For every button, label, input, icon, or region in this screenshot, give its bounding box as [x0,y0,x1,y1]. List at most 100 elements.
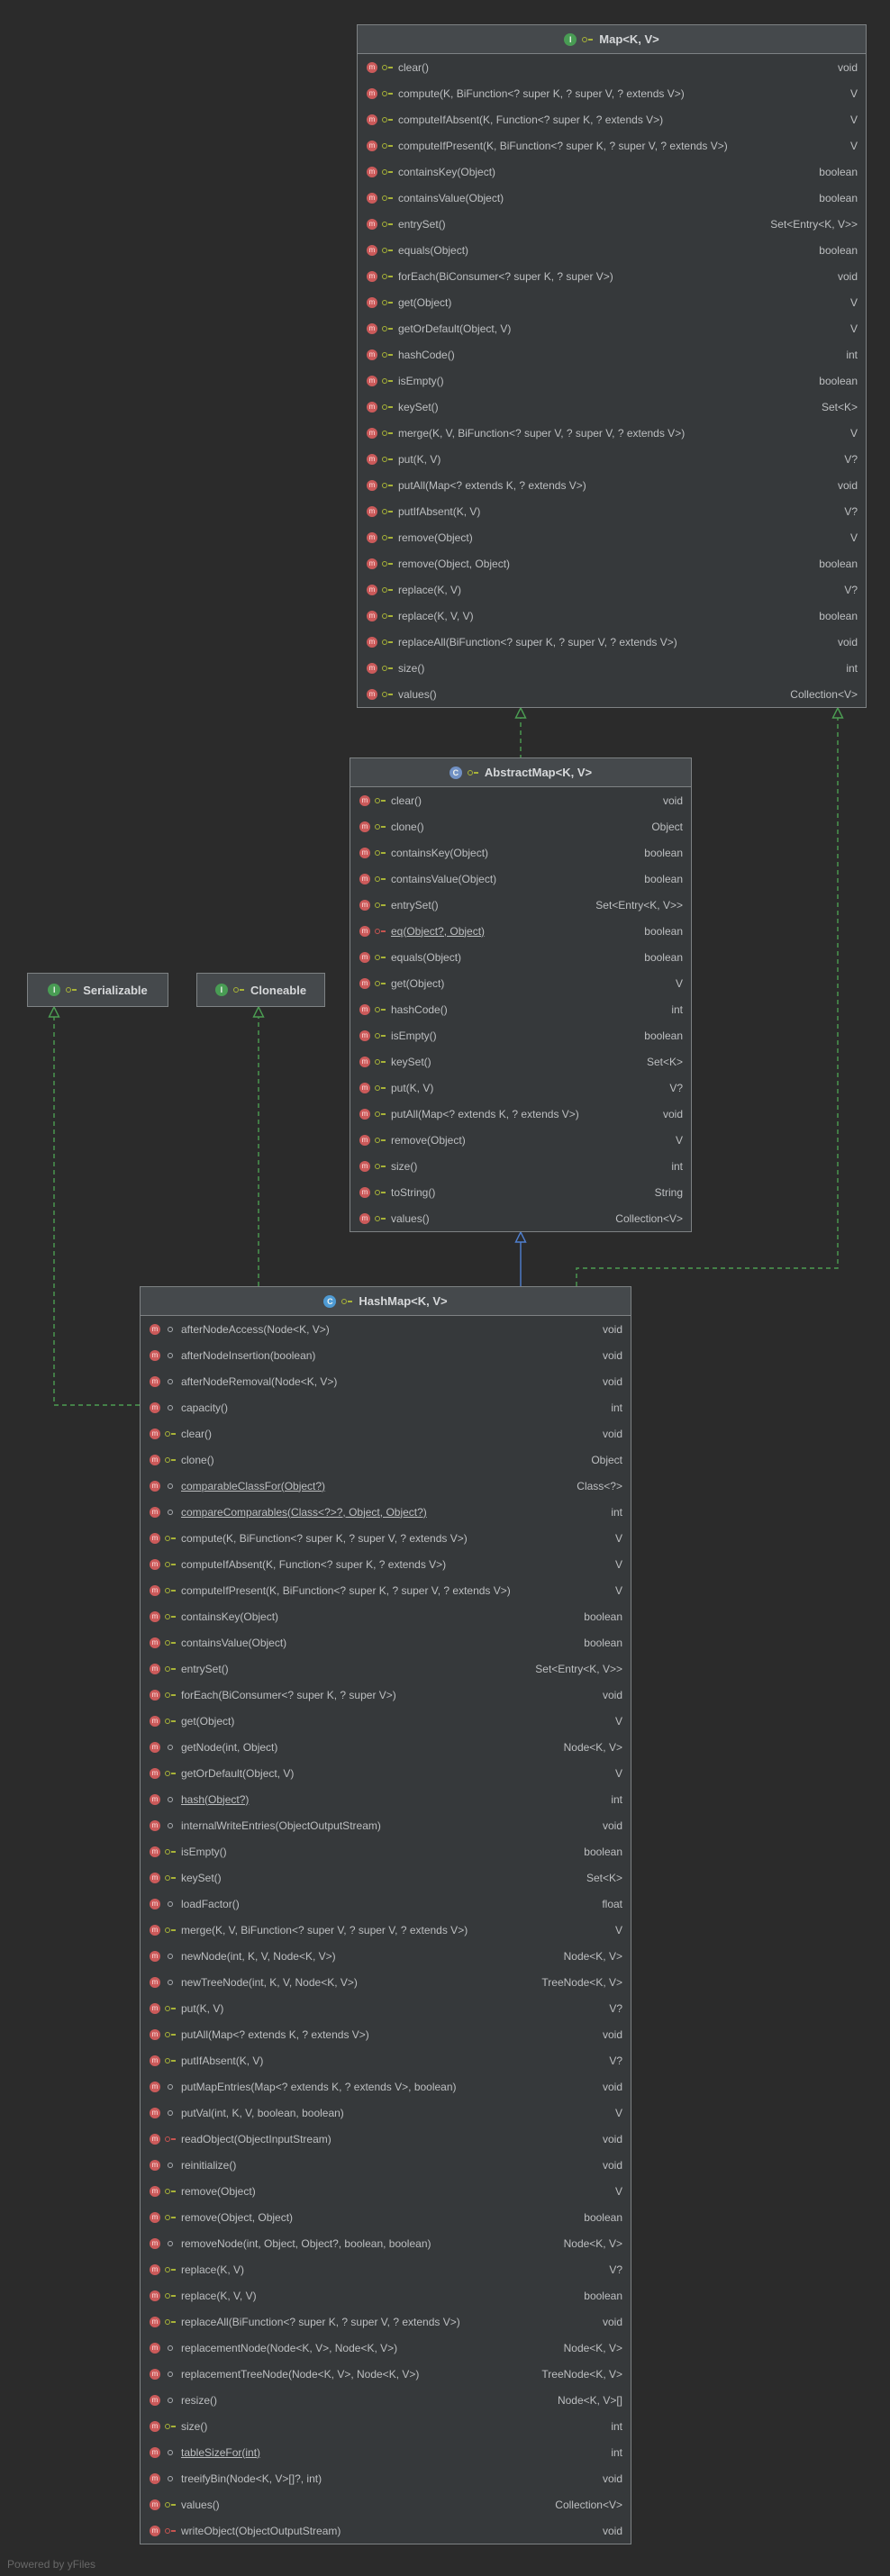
method-row[interactable]: mnewTreeNode(int, K, V, Node<K, V>)TreeN… [141,1969,631,1995]
method-row[interactable]: misEmpty()boolean [141,1838,631,1864]
method-row[interactable]: mputIfAbsent(K, V)V? [141,2047,631,2073]
method-row[interactable]: mreplace(K, V)V? [141,2256,631,2282]
method-row[interactable]: msize()int [358,655,866,681]
method-row[interactable]: mcomputeIfAbsent(K, Function<? super K, … [141,1551,631,1577]
method-icon: m [150,2029,160,2040]
method-row[interactable]: mcapacity()int [141,1394,631,1420]
method-row[interactable]: mgetOrDefault(Object, V)V [358,315,866,341]
method-row[interactable]: mclone()Object [141,1447,631,1473]
method-row[interactable]: meq(Object?, Object)boolean [350,918,691,944]
method-row[interactable]: mafterNodeAccess(Node<K, V>)void [141,1316,631,1342]
method-row[interactable]: mclone()Object [350,813,691,839]
method-row[interactable]: mcompute(K, BiFunction<? super K, ? supe… [358,80,866,106]
method-row[interactable]: mremove(Object, Object)boolean [358,550,866,576]
method-row[interactable]: mputVal(int, K, V, boolean, boolean)V [141,2100,631,2126]
method-row[interactable]: mvalues()Collection<V> [358,681,866,707]
method-row[interactable]: mmerge(K, V, BiFunction<? super V, ? sup… [141,1917,631,1943]
method-row[interactable]: minternalWriteEntries(ObjectOutputStream… [141,1812,631,1838]
method-row[interactable]: mput(K, V)V? [350,1075,691,1101]
method-row[interactable]: mafterNodeRemoval(Node<K, V>)void [141,1368,631,1394]
method-name: get(Object) [398,296,451,309]
method-row[interactable]: mhashCode()int [358,341,866,367]
method-row[interactable]: misEmpty()boolean [358,367,866,394]
method-row[interactable]: mcontainsKey(Object)boolean [141,1603,631,1629]
method-row[interactable]: mtoString()String [350,1179,691,1205]
method-row[interactable]: mreplacementNode(Node<K, V>, Node<K, V>)… [141,2335,631,2361]
method-row[interactable]: mremove(Object)V [350,1127,691,1153]
method-row[interactable]: mcontainsKey(Object)boolean [358,159,866,185]
method-row[interactable]: msize()int [141,2413,631,2439]
class-node-cloneable[interactable]: ICloneable [196,973,325,1007]
edge-hashmap-implements-serializable[interactable] [54,1017,140,1405]
method-row[interactable]: mkeySet()Set<K> [358,394,866,420]
method-row[interactable]: mremove(Object, Object)boolean [141,2204,631,2230]
method-row[interactable]: mgetOrDefault(Object, V)V [141,1760,631,1786]
method-row[interactable]: mcomputeIfPresent(K, BiFunction<? super … [358,132,866,159]
method-row[interactable]: mentrySet()Set<Entry<K, V>> [141,1655,631,1682]
method-row[interactable]: mget(Object)V [358,289,866,315]
method-row[interactable]: mresize()Node<K, V>[] [141,2387,631,2413]
method-row[interactable]: mwriteObject(ObjectOutputStream)void [141,2517,631,2544]
method-row[interactable]: mclear()void [350,787,691,813]
method-row[interactable]: mremoveNode(int, Object, Object?, boolea… [141,2230,631,2256]
method-row[interactable]: mhashCode()int [350,996,691,1022]
method-row[interactable]: mtreeifyBin(Node<K, V>[]?, int)void [141,2465,631,2491]
method-row[interactable]: msize()int [350,1153,691,1179]
method-row[interactable]: mmerge(K, V, BiFunction<? super V, ? sup… [358,420,866,446]
method-row[interactable]: mget(Object)V [350,970,691,996]
method-row[interactable]: mputAll(Map<? extends K, ? extends V>)vo… [350,1101,691,1127]
method-row[interactable]: mafterNodeInsertion(boolean)void [141,1342,631,1368]
class-node-hashmap[interactable]: CHashMap<K, V>mafterNodeAccess(Node<K, V… [140,1286,631,2544]
method-row[interactable]: mcontainsKey(Object)boolean [350,839,691,866]
method-row[interactable]: mreplace(K, V, V)boolean [141,2282,631,2308]
uml-diagram-canvas[interactable]: IMap<K, V>mclear()voidmcompute(K, BiFunc… [0,0,890,2576]
method-row[interactable]: mcomputeIfPresent(K, BiFunction<? super … [141,1577,631,1603]
method-row[interactable]: mloadFactor()float [141,1891,631,1917]
method-row[interactable]: mcompareComparables(Class<?>?, Object, O… [141,1499,631,1525]
method-row[interactable]: misEmpty()boolean [350,1022,691,1048]
method-row[interactable]: mforEach(BiConsumer<? super K, ? super V… [141,1682,631,1708]
method-row[interactable]: mvalues()Collection<V> [350,1205,691,1231]
method-row[interactable]: mcomputeIfAbsent(K, Function<? super K, … [358,106,866,132]
method-row[interactable]: mequals(Object)boolean [350,944,691,970]
method-row[interactable]: mput(K, V)V? [141,1995,631,2021]
method-row[interactable]: mgetNode(int, Object)Node<K, V> [141,1734,631,1760]
method-name: compute(K, BiFunction<? super K, ? super… [398,87,685,100]
method-row[interactable]: mcontainsValue(Object)boolean [350,866,691,892]
class-node-abstract-map[interactable]: CAbstractMap<K, V>mclear()voidmclone()Ob… [350,757,692,1232]
method-row[interactable]: mreinitialize()void [141,2152,631,2178]
method-row[interactable]: mcompute(K, BiFunction<? super K, ? supe… [141,1525,631,1551]
method-row[interactable]: mvalues()Collection<V> [141,2491,631,2517]
method-row[interactable]: mcomparableClassFor(Object?)Class<?> [141,1473,631,1499]
method-row[interactable]: mkeySet()Set<K> [141,1864,631,1891]
method-row[interactable]: mentrySet()Set<Entry<K, V>> [358,211,866,237]
method-row[interactable]: mkeySet()Set<K> [350,1048,691,1075]
method-row[interactable]: mhash(Object?)int [141,1786,631,1812]
method-row[interactable]: mentrySet()Set<Entry<K, V>> [350,892,691,918]
method-row[interactable]: mreplaceAll(BiFunction<? super K, ? supe… [141,2308,631,2335]
method-row[interactable]: mreplaceAll(BiFunction<? super K, ? supe… [358,629,866,655]
method-row[interactable]: mclear()void [358,54,866,80]
method-row[interactable]: mget(Object)V [141,1708,631,1734]
method-row[interactable]: mclear()void [141,1420,631,1447]
method-row[interactable]: mput(K, V)V? [358,446,866,472]
class-node-map[interactable]: IMap<K, V>mclear()voidmcompute(K, BiFunc… [357,24,867,708]
method-row[interactable]: mreplace(K, V, V)boolean [358,603,866,629]
method-row[interactable]: mputMapEntries(Map<? extends K, ? extend… [141,2073,631,2100]
method-row[interactable]: mputAll(Map<? extends K, ? extends V>)vo… [141,2021,631,2047]
method-row[interactable]: mequals(Object)boolean [358,237,866,263]
method-row[interactable]: mputAll(Map<? extends K, ? extends V>)vo… [358,472,866,498]
method-row[interactable]: mnewNode(int, K, V, Node<K, V>)Node<K, V… [141,1943,631,1969]
method-row[interactable]: mputIfAbsent(K, V)V? [358,498,866,524]
method-row[interactable]: mcontainsValue(Object)boolean [358,185,866,211]
method-row[interactable]: mremove(Object)V [141,2178,631,2204]
method-row[interactable]: mreplace(K, V)V? [358,576,866,603]
class-node-serializable[interactable]: ISerializable [27,973,168,1007]
method-row[interactable]: mtableSizeFor(int)int [141,2439,631,2465]
method-row[interactable]: mreadObject(ObjectInputStream)void [141,2126,631,2152]
method-row[interactable]: mforEach(BiConsumer<? super K, ? super V… [358,263,866,289]
method-row[interactable]: mremove(Object)V [358,524,866,550]
method-row[interactable]: mreplacementTreeNode(Node<K, V>, Node<K,… [141,2361,631,2387]
method-row[interactable]: mcontainsValue(Object)boolean [141,1629,631,1655]
method-name: hash(Object?) [181,1793,249,1806]
